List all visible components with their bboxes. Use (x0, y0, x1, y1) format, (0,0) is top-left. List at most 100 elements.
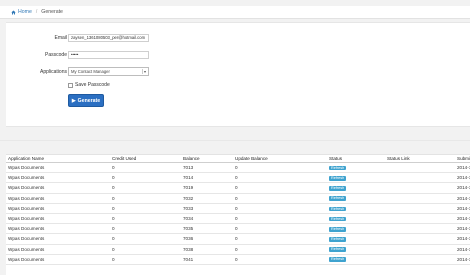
cell-credit-used: 0 (110, 223, 181, 235)
home-icon (11, 10, 16, 14)
cell-application-name: Wpas Documents (6, 244, 110, 255)
passcode-label: Passcode (45, 52, 67, 58)
table-row: Wpas Documents 0 7035 0 Refresh 2014-1 (6, 223, 470, 235)
table-row: Wpas Documents 0 7014 0 Refresh 2014-1 (6, 172, 470, 184)
section-divider (0, 140, 470, 141)
cell-submit: 2014-1 (455, 244, 470, 255)
column-header-update-balance[interactable]: Update Balance (233, 154, 327, 163)
play-icon: ▶ (71, 97, 76, 104)
breadcrumb-home-link[interactable]: Home (11, 9, 32, 15)
cell-application-name: Wpas Documents (6, 172, 110, 184)
cell-update-balance: 0 (233, 193, 327, 204)
save-passcode-checkbox[interactable] (68, 82, 73, 88)
applications-select[interactable]: My Contact Manager ▾ (68, 67, 149, 76)
cell-status: Refresh (327, 233, 385, 245)
cell-application-name: Wpas Documents (6, 254, 110, 265)
cell-status: Refresh (327, 172, 385, 184)
cell-credit-used: 0 (110, 213, 181, 225)
refresh-button[interactable]: Refresh (329, 165, 347, 171)
refresh-button[interactable]: Refresh (329, 247, 347, 252)
cell-credit-used: 0 (110, 182, 181, 194)
cell-application-name: Wpas Documents (6, 223, 110, 235)
cell-submit: 2014-1 (455, 223, 470, 235)
cell-submit: 2014-1 (455, 254, 470, 265)
save-passcode-option: Save Passcode (68, 82, 110, 88)
column-header-status-link[interactable]: Status Link (385, 154, 455, 163)
cell-submit: 2014-1 (455, 193, 470, 204)
cell-balance: 7033 (181, 203, 233, 214)
cell-application-name: Wpas Documents (6, 182, 110, 194)
cell-status-link (385, 254, 455, 265)
cell-balance: 7034 (181, 213, 233, 225)
table-header-row: Application Name Credit Used Balance Upd… (6, 154, 470, 163)
refresh-button[interactable]: Refresh (329, 216, 347, 222)
applications-selected-value: My Contact Manager (71, 69, 110, 74)
column-header-submit[interactable]: Submit (455, 154, 470, 163)
applications-table: Application Name Credit Used Balance Upd… (6, 154, 470, 265)
cell-status: Refresh (327, 223, 385, 235)
column-header-credit-used[interactable]: Credit Used (110, 154, 181, 163)
cell-status: Refresh (327, 203, 385, 214)
applications-table-container[interactable]: Application Name Credit Used Balance Upd… (6, 154, 470, 275)
table-body: Wpas Documents 0 7013 0 Refresh 2014-1 Wpas Do… (6, 162, 470, 265)
cell-credit-used: 0 (110, 244, 181, 255)
column-header-application-name[interactable]: Application Name (6, 154, 110, 163)
cell-application-name: Wpas Documents (6, 193, 110, 204)
cell-balance: 7035 (181, 223, 233, 235)
cell-submit: 2014-1 (455, 162, 470, 174)
table-row: Wpas Documents 0 7041 0 Refresh 2014-1 (6, 254, 470, 265)
table-row: Wpas Documents 0 7032 0 Refresh 2014-1 (6, 193, 470, 204)
refresh-button[interactable]: Refresh (329, 206, 347, 212)
email-label: Email (54, 35, 67, 41)
refresh-button[interactable]: Refresh (329, 226, 347, 232)
cell-status: Refresh (327, 254, 385, 265)
generate-button-label: Generate (77, 97, 101, 104)
cell-status-link (385, 162, 455, 174)
cell-update-balance: 0 (233, 223, 327, 235)
cell-status-link (385, 233, 455, 245)
table-row: Wpas Documents 0 7036 0 Refresh 2014-1 (6, 233, 470, 245)
cell-update-balance: 0 (233, 172, 327, 184)
cell-credit-used: 0 (110, 162, 181, 174)
cell-application-name: Wpas Documents (6, 203, 110, 214)
refresh-button[interactable]: Refresh (329, 175, 347, 181)
save-passcode-label: Save Passcode (75, 82, 110, 88)
chevron-down-icon: ▾ (142, 69, 146, 74)
cell-application-name: Wpas Documents (6, 162, 110, 174)
generate-form-panel: Email zaysen_1361080503_per@hotmail.com … (6, 22, 470, 127)
generate-button[interactable]: ▶ Generate (68, 94, 104, 107)
refresh-button[interactable]: Refresh (329, 237, 347, 242)
table-row: Wpas Documents 0 7019 0 Refresh 2014-1 (6, 182, 470, 194)
table-row: Wpas Documents 0 7038 0 Refresh 2014-1 (6, 244, 470, 255)
cell-submit: 2014-1 (455, 182, 470, 194)
table-row: Wpas Documents 0 7033 0 Refresh 2014-1 (6, 203, 470, 214)
column-header-status[interactable]: Status (327, 154, 385, 163)
passcode-field[interactable]: ••••• (68, 51, 149, 59)
breadcrumb: Home / Generate (0, 6, 470, 19)
table-row: Wpas Documents 0 7013 0 Refresh 2014-1 (6, 162, 470, 174)
cell-status: Refresh (327, 193, 385, 204)
column-header-balance[interactable]: Balance (181, 154, 233, 163)
cell-update-balance: 0 (233, 254, 327, 265)
cell-submit: 2014-1 (455, 233, 470, 245)
refresh-button[interactable]: Refresh (329, 196, 347, 201)
cell-status: Refresh (327, 213, 385, 225)
breadcrumb-home-label: Home (18, 9, 32, 15)
cell-update-balance: 0 (233, 244, 327, 255)
refresh-button[interactable]: Refresh (329, 186, 347, 191)
cell-status: Refresh (327, 182, 385, 194)
cell-status-link (385, 203, 455, 214)
email-field[interactable]: zaysen_1361080503_per@hotmail.com (68, 34, 149, 42)
applications-label: Applications (40, 69, 67, 75)
cell-credit-used: 0 (110, 193, 181, 204)
cell-application-name: Wpas Documents (6, 213, 110, 225)
cell-submit: 2014-1 (455, 213, 470, 225)
refresh-button[interactable]: Refresh (329, 257, 347, 263)
cell-status-link (385, 223, 455, 235)
cell-credit-used: 0 (110, 254, 181, 265)
cell-credit-used: 0 (110, 172, 181, 184)
cell-update-balance: 0 (233, 213, 327, 225)
cell-status: Refresh (327, 244, 385, 255)
cell-status: Refresh (327, 162, 385, 174)
cell-status-link (385, 172, 455, 184)
